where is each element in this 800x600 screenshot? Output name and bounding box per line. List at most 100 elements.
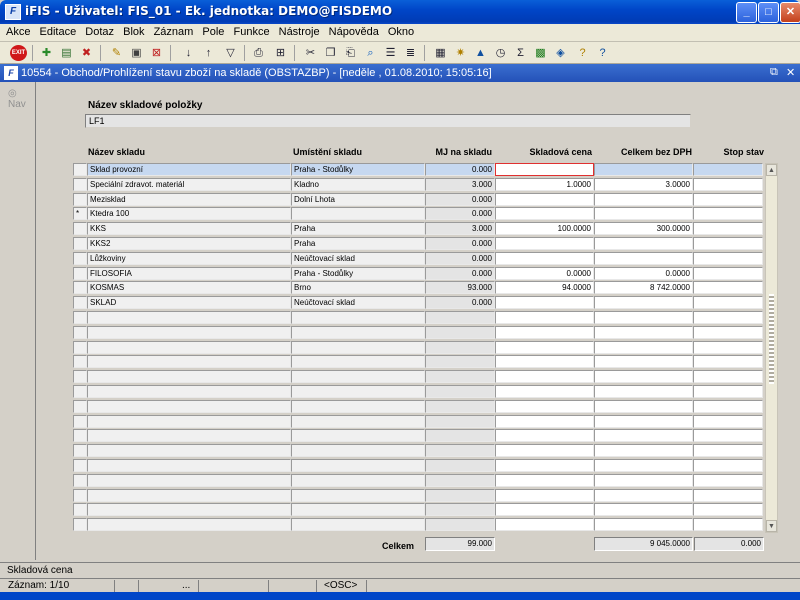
cell-stop[interactable] <box>693 340 763 354</box>
form-close-button[interactable]: ✕ <box>786 66 795 79</box>
cell-mj[interactable] <box>425 355 495 369</box>
cell-name[interactable]: FILOSOFIA <box>87 266 291 280</box>
cut-icon[interactable]: ✂ <box>302 45 319 61</box>
cell-location[interactable] <box>291 473 425 487</box>
export-icon[interactable]: ◈ <box>552 45 569 61</box>
cell-name[interactable]: Mezisklad <box>87 192 291 206</box>
cell-stop[interactable] <box>693 444 763 458</box>
exit-icon[interactable]: EXIT <box>10 45 27 61</box>
cell-total[interactable]: 3.0000 <box>594 177 693 191</box>
cell-stop[interactable] <box>693 163 763 176</box>
cell-stop[interactable] <box>693 399 763 413</box>
cell-stop[interactable] <box>693 459 763 472</box>
cancel-query-icon[interactable]: ⊠ <box>148 45 165 61</box>
cell-price[interactable] <box>495 488 594 502</box>
row-indicator[interactable] <box>73 370 87 384</box>
scroll-grip[interactable] <box>769 294 774 384</box>
cell-mj[interactable]: 3.000 <box>425 177 495 191</box>
cell-location[interactable] <box>291 399 425 413</box>
cell-mj[interactable] <box>425 325 495 339</box>
cell-name[interactable] <box>87 473 291 487</box>
row-indicator[interactable] <box>73 488 87 502</box>
cell-price[interactable] <box>495 207 594 221</box>
cell-mj[interactable] <box>425 414 495 428</box>
cell-name[interactable]: SKLAD <box>87 296 291 310</box>
cell-price[interactable]: 100.0000 <box>495 222 594 236</box>
cell-stop[interactable] <box>693 207 763 221</box>
row-indicator[interactable] <box>73 399 87 413</box>
row-indicator[interactable] <box>73 385 87 398</box>
cell-mj[interactable] <box>425 444 495 458</box>
cell-price[interactable] <box>495 429 594 443</box>
clock-icon[interactable]: ◷ <box>492 45 509 61</box>
cell-price[interactable] <box>495 325 594 339</box>
row-indicator[interactable] <box>73 281 87 295</box>
cell-stop[interactable] <box>693 414 763 428</box>
cell-stop[interactable] <box>693 281 763 295</box>
cell-price[interactable] <box>495 237 594 250</box>
table-scrollbar[interactable]: ▲ ▼ <box>765 163 778 533</box>
cell-mj[interactable]: 93.000 <box>425 281 495 295</box>
cell-price[interactable] <box>495 473 594 487</box>
close-button[interactable]: ✕ <box>780 2 800 23</box>
print-preview-icon[interactable]: ⎙ <box>250 45 267 61</box>
cell-mj[interactable]: 3.000 <box>425 222 495 236</box>
cell-stop[interactable] <box>693 385 763 398</box>
cell-mj[interactable]: 0.000 <box>425 296 495 310</box>
cell-location[interactable]: Neúčtovací sklad <box>291 296 425 310</box>
cell-total[interactable] <box>594 459 693 472</box>
row-indicator[interactable] <box>73 355 87 369</box>
cell-name[interactable] <box>87 459 291 472</box>
menu-nastroje[interactable]: Nástroje <box>279 24 320 38</box>
cell-price[interactable] <box>495 163 594 176</box>
maximize-button[interactable]: □ <box>758 2 779 23</box>
window-title-bar[interactable]: F iFIS - Uživatel: FIS_01 - Ek. jednotka… <box>0 0 800 24</box>
sum-icon[interactable]: Σ <box>512 45 529 61</box>
row-indicator[interactable] <box>73 444 87 458</box>
cell-stop[interactable] <box>693 311 763 324</box>
print2-icon[interactable]: ⊞ <box>272 45 289 61</box>
cell-stop[interactable] <box>693 237 763 250</box>
cell-total[interactable] <box>594 444 693 458</box>
menu-funkce[interactable]: Funkce <box>233 24 269 38</box>
save-icon[interactable]: ✚ <box>38 45 55 61</box>
menu-zaznam[interactable]: Záznam <box>154 24 194 38</box>
cell-total[interactable]: 300.0000 <box>594 222 693 236</box>
cell-location[interactable]: Kladno <box>291 177 425 191</box>
row-indicator[interactable] <box>73 266 87 280</box>
cell-mj[interactable]: 0.000 <box>425 266 495 280</box>
cell-name[interactable] <box>87 370 291 384</box>
sort-asc-icon[interactable]: ↓ <box>180 45 197 61</box>
cell-name[interactable] <box>87 325 291 339</box>
cell-name[interactable] <box>87 444 291 458</box>
minimize-button[interactable]: _ <box>736 2 757 23</box>
row-indicator[interactable] <box>73 429 87 443</box>
menu-blok[interactable]: Blok <box>123 24 144 38</box>
row-indicator[interactable] <box>73 311 87 324</box>
scroll-down-icon[interactable]: ▼ <box>766 520 777 532</box>
cell-location[interactable]: Dolní Lhota <box>291 192 425 206</box>
cell-name[interactable] <box>87 385 291 398</box>
cell-stop[interactable] <box>693 503 763 517</box>
cell-price[interactable] <box>495 296 594 310</box>
cell-mj[interactable] <box>425 503 495 517</box>
cell-name[interactable] <box>87 414 291 428</box>
cell-total[interactable] <box>594 503 693 517</box>
row-indicator[interactable] <box>73 222 87 236</box>
cell-total[interactable] <box>594 355 693 369</box>
cell-location[interactable] <box>291 355 425 369</box>
cell-location[interactable] <box>291 207 425 221</box>
cell-location[interactable]: Brno <box>291 281 425 295</box>
row-indicator[interactable] <box>73 473 87 487</box>
cell-total[interactable] <box>594 311 693 324</box>
cell-mj[interactable]: 0.000 <box>425 163 495 176</box>
print-icon[interactable]: ▤ <box>58 45 75 61</box>
cell-total[interactable] <box>594 325 693 339</box>
excel-icon[interactable]: ▩ <box>532 45 549 61</box>
question-icon[interactable]: ? <box>594 45 611 61</box>
cell-stop[interactable] <box>693 222 763 236</box>
cell-stop[interactable] <box>693 370 763 384</box>
cell-location[interactable] <box>291 429 425 443</box>
cell-total[interactable] <box>594 340 693 354</box>
cell-price[interactable] <box>495 355 594 369</box>
